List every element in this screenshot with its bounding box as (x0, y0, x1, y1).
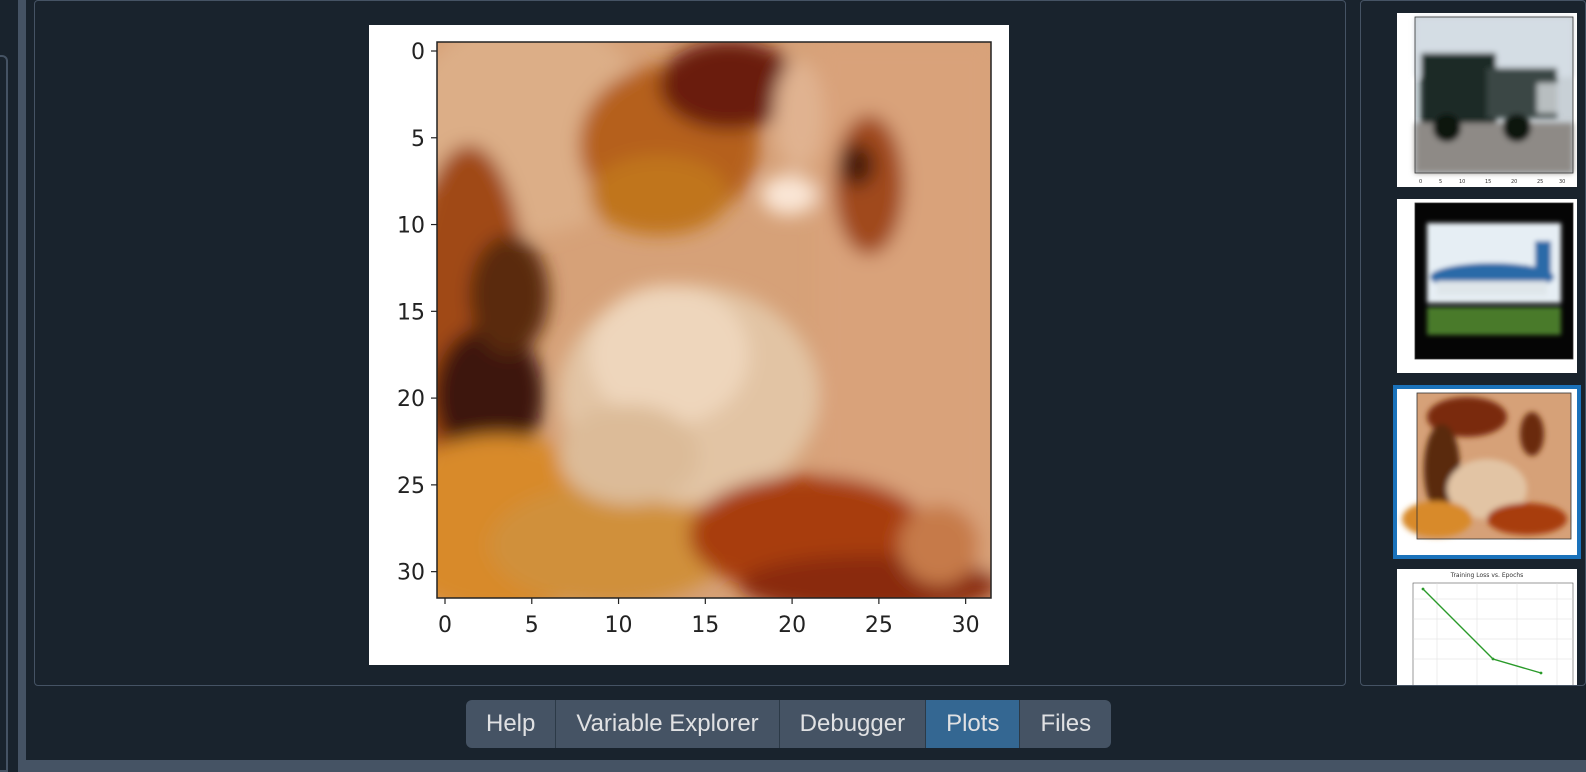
y-tick-label: 15 (397, 300, 425, 325)
x-axis: 0 5 10 15 20 25 30 (438, 598, 980, 638)
plot-image-svg: 0 5 10 15 20 25 30 0 5 10 15 20 25 30 (397, 40, 992, 638)
y-tick-label: 30 (397, 561, 425, 586)
plot-viewer: 0 5 10 15 20 25 30 0 5 10 15 20 25 30 (34, 0, 1346, 686)
x-tick-label: 30 (952, 613, 980, 638)
truck-image: 0 5 10 15 20 25 30 (1414, 16, 1574, 185)
left-pane-border (0, 55, 8, 772)
svg-text:25: 25 (1537, 179, 1543, 185)
x-tick-label: 25 (865, 613, 893, 638)
plot-thumbnails-panel[interactable]: 0 5 10 15 20 25 30 Training Loss vs. Epo… (1360, 0, 1586, 686)
y-tick-label: 5 (411, 127, 425, 152)
tab-debugger[interactable]: Debugger (780, 700, 927, 748)
loss-plot-image: Training Loss vs. Epochs (1412, 572, 1574, 685)
svg-text:5: 5 (1439, 179, 1442, 185)
tab-variable-explorer[interactable]: Variable Explorer (556, 700, 780, 748)
y-axis: 0 5 10 15 20 25 30 (397, 40, 437, 586)
thumbnail-dog[interactable] (1393, 385, 1581, 559)
svg-text:0: 0 (1419, 179, 1422, 185)
tab-help[interactable]: Help (466, 700, 557, 748)
pane-tab-bar: Help Variable Explorer Debugger Plots Files (466, 700, 1112, 748)
dog-image (437, 42, 991, 598)
y-tick-label: 25 (397, 474, 425, 499)
y-tick-label: 20 (397, 387, 425, 412)
x-tick-label: 15 (691, 613, 719, 638)
x-tick-label: 5 (525, 613, 539, 638)
thumbnail-title: Training Loss vs. Epochs (1450, 572, 1524, 579)
x-tick-label: 0 (438, 613, 452, 638)
x-tick-label: 20 (778, 613, 806, 638)
svg-text:15: 15 (1485, 179, 1491, 185)
left-pane-edge (0, 0, 26, 772)
splitter[interactable] (18, 0, 26, 772)
svg-text:30: 30 (1559, 179, 1565, 185)
dog-thumbnail-image (1402, 392, 1572, 540)
svg-text:10: 10 (1459, 179, 1465, 185)
y-tick-label: 10 (397, 214, 425, 239)
y-tick-label: 0 (411, 40, 425, 65)
status-bar-edge (26, 760, 1586, 772)
x-tick-label: 10 (605, 613, 633, 638)
tab-plots[interactable]: Plots (926, 700, 1021, 748)
svg-text:20: 20 (1511, 179, 1517, 185)
airplane-image (1414, 202, 1574, 360)
thumbnail-airplane[interactable] (1397, 199, 1577, 373)
plot-figure: 0 5 10 15 20 25 30 0 5 10 15 20 25 30 (369, 25, 1009, 665)
thumbnail-truck[interactable]: 0 5 10 15 20 25 30 (1397, 13, 1577, 187)
tab-files[interactable]: Files (1020, 700, 1111, 748)
thumbnail-training-loss[interactable]: Training Loss vs. Epochs (1397, 569, 1577, 685)
